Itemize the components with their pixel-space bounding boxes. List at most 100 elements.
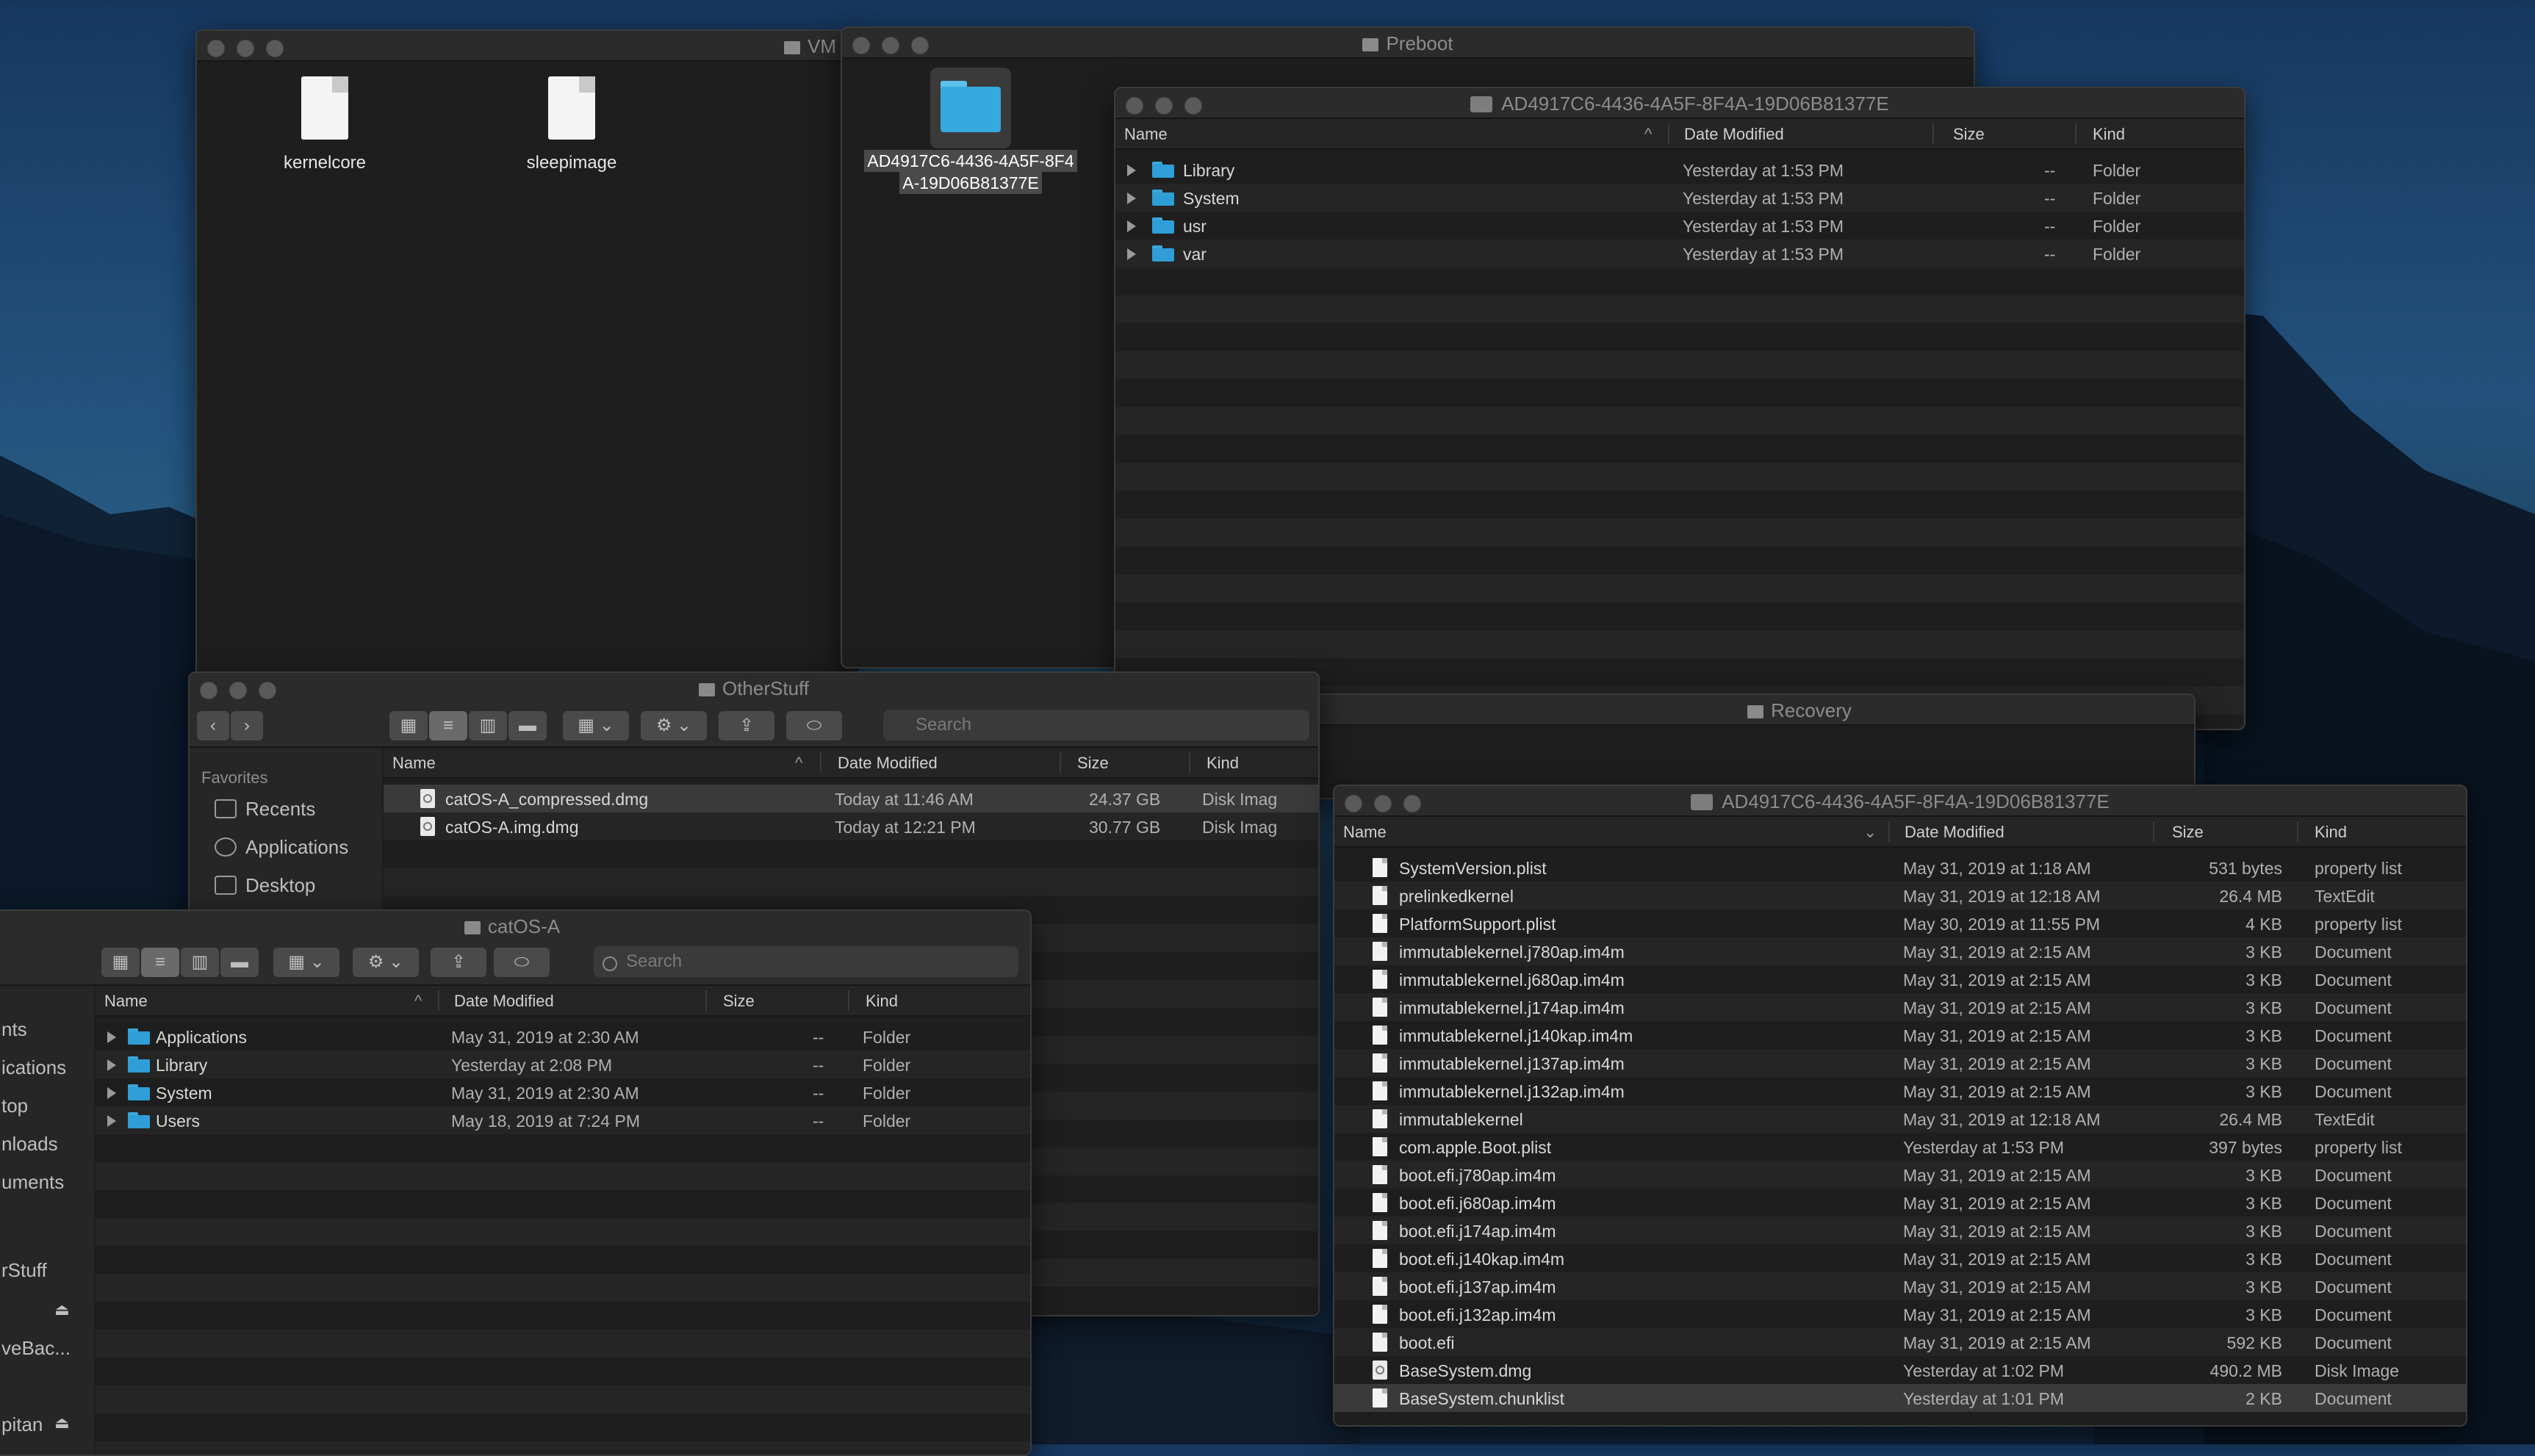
list-item[interactable]: usr Yesterday at 1:53 PM -- Folder xyxy=(1115,212,2244,239)
col-date[interactable]: Date Modified xyxy=(1905,823,2004,842)
sidebar-item[interactable]: nts xyxy=(1,1018,27,1041)
eject-icon[interactable]: ⏏ xyxy=(54,1300,70,1319)
list-item[interactable]: Library Yesterday at 1:53 PM -- Folder xyxy=(1115,156,2244,184)
list-item[interactable]: BaseSystem.chunklist Yesterday at 1:01 PM… xyxy=(1334,1384,2466,1412)
eject-icon[interactable]: ⏏ xyxy=(54,1413,70,1432)
list-item[interactable]: boot.efi.j174ap.im4m May 31, 2019 at 2:15… xyxy=(1334,1217,2466,1244)
list-view-button[interactable]: ≡ xyxy=(141,948,179,977)
tag-icon[interactable]: ⬭ xyxy=(494,948,550,977)
cell-name: SystemVersion.plist xyxy=(1399,859,1547,878)
sidebar-item-recents[interactable]: Recents xyxy=(245,798,315,821)
col-kind[interactable]: Kind xyxy=(1207,754,1239,773)
disclosure-triangle-icon[interactable] xyxy=(1127,220,1136,232)
ad-top-titlebar[interactable]: AD4917C6-4436-4A5F-8F4A-19D06B81377E xyxy=(1115,88,2244,119)
disclosure-triangle-icon[interactable] xyxy=(1127,248,1136,260)
sidebar-item[interactable]: pitan xyxy=(1,1413,43,1436)
document-icon xyxy=(1373,1221,1387,1240)
drive-icon xyxy=(1747,705,1764,718)
list-item[interactable]: immutablekernel May 31, 2019 at 12:18 AM 2… xyxy=(1334,1105,2466,1133)
list-item[interactable]: immutablekernel.j140kap.im4m May 31, 2019… xyxy=(1334,1021,2466,1049)
sidebar-item[interactable]: veBac... xyxy=(1,1337,71,1360)
forward-button[interactable]: › xyxy=(231,711,263,740)
otherstuff-titlebar[interactable]: OtherStuff ‹ › ▦ ≡ ▥ ▬ ▦ ⌄ ⚙ ⌄ ⇪ ⬭ Searc… xyxy=(190,673,1318,748)
list-item[interactable]: boot.efi.j780ap.im4m May 31, 2019 at 2:15… xyxy=(1334,1161,2466,1189)
list-item[interactable]: boot.efi.j132ap.im4m May 31, 2019 at 2:15… xyxy=(1334,1300,2466,1328)
col-name[interactable]: Name xyxy=(1343,823,1387,842)
col-size[interactable]: Size xyxy=(1077,754,1109,773)
list-item[interactable]: boot.efi May 31, 2019 at 2:15 AM 592 KB Doc… xyxy=(1334,1328,2466,1356)
group-button[interactable]: ▦ ⌄ xyxy=(563,711,629,740)
search-input[interactable]: Search xyxy=(594,946,1018,977)
list-item[interactable]: immutablekernel.j132ap.im4m May 31, 2019 … xyxy=(1334,1077,2466,1105)
list-item[interactable]: PlatformSupport.plist May 30, 2019 at 11:… xyxy=(1334,909,2466,937)
list-item[interactable]: BaseSystem.dmg Yesterday at 1:02 PM 490.2 … xyxy=(1334,1356,2466,1384)
preboot-titlebar[interactable]: Preboot xyxy=(842,28,1974,59)
list-item[interactable]: System May 31, 2019 at 2:30 AM -- Folder xyxy=(96,1078,1030,1106)
gallery-view-button[interactable]: ▬ xyxy=(220,948,259,977)
sidebar-item-desktop[interactable]: Desktop xyxy=(245,874,315,897)
col-kind[interactable]: Kind xyxy=(2315,823,2347,842)
list-item[interactable]: Applications May 31, 2019 at 2:30 AM -- … xyxy=(96,1023,1030,1050)
list-item[interactable]: catOS-A.img.dmg Today at 12:21 PM 30.77 … xyxy=(384,812,1318,840)
col-size[interactable]: Size xyxy=(1953,125,1985,144)
icon-view-button[interactable]: ▦ xyxy=(389,711,428,740)
list-item[interactable]: immutablekernel.j174ap.im4m May 31, 2019 … xyxy=(1334,993,2466,1021)
tag-icon[interactable]: ⬭ xyxy=(786,711,842,740)
list-item[interactable]: com.apple.Boot.plist Yesterday at 1:53 PM… xyxy=(1334,1133,2466,1161)
col-name[interactable]: Name xyxy=(104,992,148,1011)
sidebar-item[interactable]: ications xyxy=(1,1056,66,1079)
col-date[interactable]: Date Modified xyxy=(1684,125,1784,144)
list-item[interactable]: var Yesterday at 1:53 PM -- Folder xyxy=(1115,239,2244,267)
list-item[interactable]: Library Yesterday at 2:08 PM -- Folder xyxy=(96,1050,1030,1078)
back-button[interactable]: ‹ xyxy=(197,711,229,740)
list-item[interactable]: boot.efi.j137ap.im4m May 31, 2019 at 2:15… xyxy=(1334,1272,2466,1300)
cell-date: May 31, 2019 at 2:15 AM xyxy=(1903,1250,2091,1269)
col-date[interactable]: Date Modified xyxy=(454,992,554,1011)
col-kind[interactable]: Kind xyxy=(2093,125,2125,144)
sidebar-item[interactable]: rStuff xyxy=(1,1259,47,1282)
disclosure-triangle-icon[interactable] xyxy=(1127,192,1136,204)
col-date[interactable]: Date Modified xyxy=(838,754,938,773)
list-item[interactable]: immutablekernel.j680ap.im4m May 31, 2019 … xyxy=(1334,965,2466,993)
disclosure-triangle-icon[interactable] xyxy=(107,1059,116,1071)
col-size[interactable]: Size xyxy=(723,992,755,1011)
list-item[interactable]: Users May 18, 2019 at 7:24 PM -- Folder xyxy=(96,1106,1030,1134)
gallery-view-button[interactable]: ▬ xyxy=(508,711,547,740)
icon-view-button[interactable]: ▦ xyxy=(101,948,140,977)
vm-titlebar[interactable]: VM xyxy=(197,31,858,62)
ad-bottom-titlebar[interactable]: AD4917C6-4436-4A5F-8F4A-19D06B81377E xyxy=(1334,786,2466,817)
list-item[interactable]: System Yesterday at 1:53 PM -- Folder xyxy=(1115,184,2244,212)
cell-date: May 31, 2019 at 2:15 AM xyxy=(1903,998,2091,1017)
list-item[interactable]: immutablekernel.j137ap.im4m May 31, 2019 … xyxy=(1334,1049,2466,1077)
column-view-button[interactable]: ▥ xyxy=(181,948,219,977)
group-button[interactable]: ▦ ⌄ xyxy=(273,948,339,977)
disclosure-triangle-icon[interactable] xyxy=(107,1115,116,1127)
share-icon[interactable]: ⇪ xyxy=(431,948,486,977)
action-gear-icon[interactable]: ⚙ ⌄ xyxy=(353,948,419,977)
list-item[interactable]: immutablekernel.j780ap.im4m May 31, 2019 … xyxy=(1334,937,2466,965)
col-kind[interactable]: Kind xyxy=(866,992,898,1011)
col-name[interactable]: Name xyxy=(1124,125,1168,144)
list-item[interactable]: prelinkedkernel May 31, 2019 at 12:18 AM 2… xyxy=(1334,882,2466,909)
sidebar-item-applications[interactable]: Applications xyxy=(245,836,348,859)
share-icon[interactable]: ⇪ xyxy=(719,711,774,740)
col-name[interactable]: Name xyxy=(392,754,436,773)
col-size[interactable]: Size xyxy=(2172,823,2204,842)
list-item[interactable]: boot.efi.j140kap.im4m May 31, 2019 at 2:1… xyxy=(1334,1244,2466,1272)
column-view-button[interactable]: ▥ xyxy=(469,711,507,740)
disclosure-triangle-icon[interactable] xyxy=(107,1031,116,1043)
action-gear-icon[interactable]: ⚙ ⌄ xyxy=(641,711,707,740)
list-view-button[interactable]: ≡ xyxy=(429,711,467,740)
cell-name: com.apple.Boot.plist xyxy=(1399,1138,1552,1157)
document-icon xyxy=(1373,942,1387,961)
catos-titlebar[interactable]: catOS-A ▦ ≡ ▥ ▬ ▦ ⌄ ⚙ ⌄ ⇪ ⬭ Search xyxy=(0,911,1030,986)
list-item[interactable]: SystemVersion.plist May 31, 2019 at 1:18 … xyxy=(1334,854,2466,882)
list-item[interactable]: catOS-A_compressed.dmg Today at 11:46 AM… xyxy=(384,785,1318,812)
list-item[interactable]: boot.efi.j680ap.im4m May 31, 2019 at 2:15… xyxy=(1334,1189,2466,1217)
sidebar-item[interactable]: nloads xyxy=(1,1133,58,1156)
search-input[interactable]: Search xyxy=(883,710,1309,740)
disclosure-triangle-icon[interactable] xyxy=(107,1087,116,1099)
disclosure-triangle-icon[interactable] xyxy=(1127,165,1136,176)
sidebar-item[interactable]: uments xyxy=(1,1171,64,1194)
sidebar-item[interactable]: top xyxy=(1,1095,28,1117)
